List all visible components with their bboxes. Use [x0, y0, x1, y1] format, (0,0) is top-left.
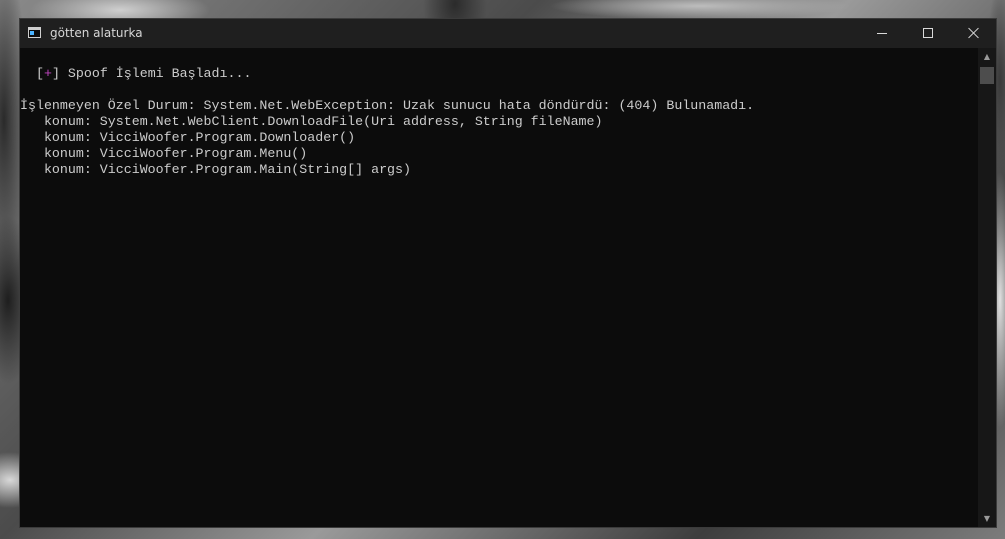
minimize-icon	[877, 33, 887, 34]
plus-indicator: +	[43, 66, 52, 81]
title-bar[interactable]: götten alaturka	[20, 19, 996, 48]
console-line-stack: konum: System.Net.WebClient.DownloadFile…	[20, 114, 603, 129]
console-output[interactable]: [+] Spoof İşlemi Başladı... İşlenmeyen Ö…	[20, 48, 978, 527]
maximize-button[interactable]	[905, 19, 951, 48]
close-button[interactable]	[951, 19, 997, 48]
console-window[interactable]: götten alaturka [+] Spoof İşlemi Başladı…	[19, 18, 997, 528]
console-line-exception: İşlenmeyen Özel Durum: System.Net.WebExc…	[20, 98, 755, 113]
bracket-open: [	[28, 66, 44, 81]
close-icon	[968, 27, 980, 39]
scroll-down-icon[interactable]: ▼	[978, 510, 996, 527]
scroll-up-icon[interactable]: ▲	[978, 48, 996, 65]
status-text: ] Spoof İşlemi Başladı...	[51, 66, 252, 81]
window-title: götten alaturka	[50, 26, 143, 40]
console-app-icon[interactable]	[28, 27, 41, 38]
console-line-stack: konum: VicciWoofer.Program.Menu()	[20, 146, 308, 161]
console-line-stack: konum: VicciWoofer.Program.Downloader()	[20, 130, 356, 145]
maximize-icon	[923, 28, 933, 38]
vertical-scrollbar[interactable]: ▲ ▼	[978, 48, 996, 527]
console-line-stack: konum: VicciWoofer.Program.Main(String[]…	[20, 162, 411, 177]
console-line-status: [+] Spoof İşlemi Başladı...	[28, 66, 251, 82]
minimize-button[interactable]	[859, 19, 905, 48]
scrollbar-thumb[interactable]	[980, 67, 994, 84]
